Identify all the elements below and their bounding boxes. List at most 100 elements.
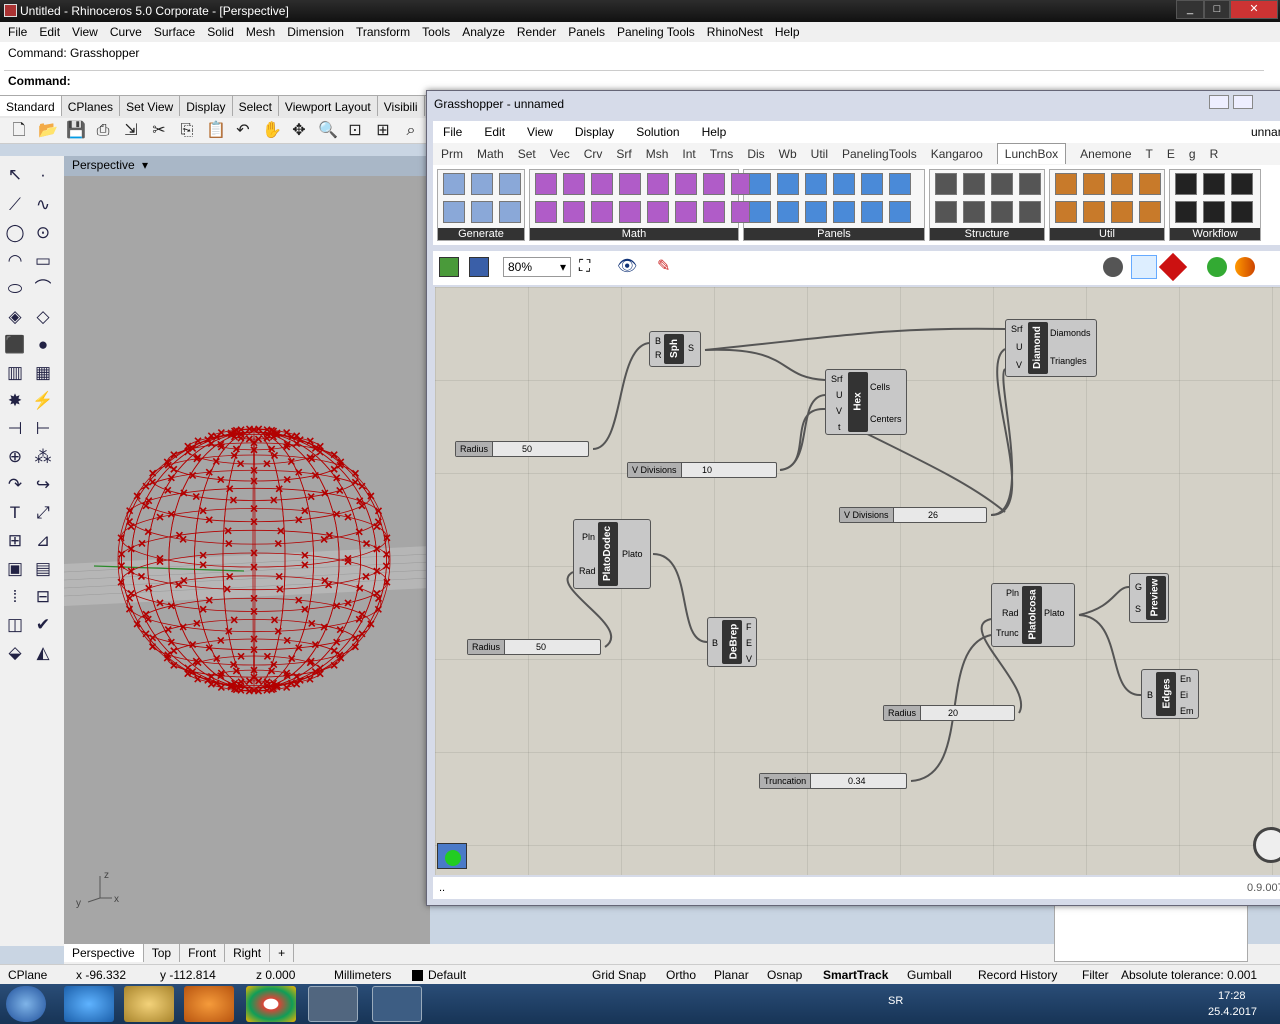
- lunchbox-component-icon[interactable]: [675, 201, 697, 223]
- menu-help[interactable]: Help: [775, 25, 800, 39]
- gh-menu-view[interactable]: View: [527, 125, 553, 139]
- lunchbox-component-icon[interactable]: [1139, 173, 1161, 195]
- lunchbox-component-icon[interactable]: [833, 201, 855, 223]
- lunchbox-component-icon[interactable]: [471, 201, 493, 223]
- zoom-window-icon[interactable]: ⊡: [346, 122, 364, 140]
- gh-menu-help[interactable]: Help: [702, 125, 727, 139]
- radius-slider-2[interactable]: Radius 50: [467, 639, 601, 655]
- rectangle-icon[interactable]: ▭: [32, 250, 54, 272]
- edges-output-en[interactable]: En: [1180, 674, 1191, 684]
- material-preview-icon[interactable]: [1235, 257, 1255, 277]
- lunchbox-component-icon[interactable]: [1203, 173, 1225, 195]
- lunchbox-component-icon[interactable]: [563, 201, 585, 223]
- platododec-input-rad[interactable]: Rad: [579, 566, 596, 576]
- wireframe-preview-icon[interactable]: [1131, 255, 1157, 279]
- render-icon[interactable]: ⬙: [4, 642, 26, 664]
- lunchbox-component-icon[interactable]: [703, 201, 725, 223]
- preview-component[interactable]: G S Preview: [1129, 573, 1169, 623]
- gh-tab-dis[interactable]: Dis: [747, 147, 764, 161]
- gh-menu-file[interactable]: File: [443, 125, 462, 139]
- open-file-icon[interactable]: [439, 257, 459, 277]
- hex-input-t[interactable]: t: [838, 422, 841, 432]
- platododec-output-plato[interactable]: Plato: [622, 549, 643, 559]
- chevron-down-icon[interactable]: ▾: [142, 158, 148, 172]
- minimize-button[interactable]: _: [1176, 0, 1204, 19]
- smarttrack-toggle[interactable]: SmartTrack: [823, 968, 888, 982]
- box-icon[interactable]: ⬛: [4, 334, 26, 356]
- menu-rhinonest[interactable]: RhinoNest: [707, 25, 763, 39]
- clock-time[interactable]: 17:28: [1218, 990, 1246, 1002]
- copy-obj-icon[interactable]: ↪: [32, 474, 54, 496]
- sph-input-r[interactable]: R: [655, 350, 662, 360]
- debrep-output-e[interactable]: E: [746, 638, 752, 648]
- array-icon[interactable]: ⊞: [4, 530, 26, 552]
- file-explorer-icon[interactable]: [124, 986, 174, 1022]
- lunchbox-component-icon[interactable]: [991, 201, 1013, 223]
- lunchbox-component-icon[interactable]: [889, 201, 911, 223]
- image-viewer-icon[interactable]: [372, 986, 422, 1022]
- tab-set-view[interactable]: Set View: [120, 96, 181, 116]
- preview-eye-icon[interactable]: 👁: [617, 257, 641, 277]
- lunchbox-component-icon[interactable]: [675, 173, 697, 195]
- curve-icon[interactable]: ∿: [32, 194, 54, 216]
- command-prompt[interactable]: Command:: [8, 74, 71, 88]
- scale-icon[interactable]: ⤢: [32, 502, 54, 524]
- gh-tab-kangaroo[interactable]: Kangaroo: [931, 147, 983, 161]
- preview-selected-icon[interactable]: [1207, 257, 1227, 277]
- gh-tab-panelingtools[interactable]: PanelingTools: [842, 147, 917, 161]
- grid-array-icon[interactable]: ⁞: [4, 586, 26, 608]
- lunchbox-component-icon[interactable]: [647, 173, 669, 195]
- truncation-slider[interactable]: Truncation 0.34: [759, 773, 907, 789]
- lunchbox-component-icon[interactable]: [805, 173, 827, 195]
- rotate-view-icon[interactable]: ✥: [290, 122, 308, 140]
- record-history-toggle[interactable]: Record History: [978, 968, 1057, 982]
- lunchbox-component-icon[interactable]: [805, 201, 827, 223]
- viewport-header[interactable]: Perspective ▾: [64, 156, 430, 176]
- radius-slider-3[interactable]: Radius 20: [883, 705, 1015, 721]
- lunchbox-component-icon[interactable]: [1019, 173, 1041, 195]
- paste-icon[interactable]: 📋: [206, 122, 226, 140]
- menu-file[interactable]: File: [8, 25, 27, 39]
- menu-edit[interactable]: Edit: [39, 25, 60, 39]
- lunchbox-component-icon[interactable]: [889, 173, 911, 195]
- tab-perspective[interactable]: Perspective: [64, 944, 144, 962]
- lunchbox-component-icon[interactable]: [861, 201, 883, 223]
- group-icon[interactable]: ⁂: [32, 446, 54, 468]
- panel-util-label[interactable]: Util: [1050, 228, 1164, 240]
- diamond-input-u[interactable]: U: [1016, 342, 1023, 352]
- media-player-icon[interactable]: [184, 986, 234, 1022]
- select-icon[interactable]: ↖: [4, 164, 26, 186]
- platoicosa-output-plato[interactable]: Plato: [1044, 608, 1065, 618]
- boolean-icon[interactable]: ⊕: [4, 446, 26, 468]
- lunchbox-component-icon[interactable]: [591, 201, 613, 223]
- cplane-label[interactable]: CPlane: [8, 968, 47, 982]
- panel-structure-label[interactable]: Structure: [930, 228, 1044, 240]
- debrep-component[interactable]: B DeBrep F E V: [707, 617, 757, 667]
- layer-label[interactable]: Default: [428, 968, 466, 982]
- language-indicator[interactable]: SR: [888, 995, 903, 1007]
- panel-panels-label[interactable]: Panels: [744, 228, 924, 240]
- gh-tab-g[interactable]: g: [1189, 147, 1196, 161]
- hex-component[interactable]: Srf U V t Hex Cells Centers: [825, 369, 907, 435]
- zoom-selected-icon[interactable]: ⌕: [402, 122, 420, 140]
- ellipse-icon[interactable]: ⬭: [4, 278, 26, 300]
- hex-input-u[interactable]: U: [836, 390, 843, 400]
- gh-tab-anemone[interactable]: Anemone: [1080, 147, 1131, 161]
- mesh-icon[interactable]: ▦: [32, 362, 54, 384]
- lunchbox-component-icon[interactable]: [1203, 201, 1225, 223]
- menu-panels[interactable]: Panels: [568, 25, 605, 39]
- pan-hand-icon[interactable]: ✋: [262, 122, 282, 140]
- shaded-preview-icon[interactable]: [1158, 252, 1188, 282]
- edges-output-ei[interactable]: Ei: [1180, 690, 1188, 700]
- sph-output-s[interactable]: S: [688, 343, 694, 353]
- lunchbox-component-icon[interactable]: [1083, 173, 1105, 195]
- lunchbox-component-icon[interactable]: [777, 201, 799, 223]
- lunchbox-component-icon[interactable]: [443, 173, 465, 195]
- perspective-viewport[interactable]: z x y: [63, 176, 431, 944]
- gh-tab-trns[interactable]: Trns: [710, 147, 734, 161]
- gh-tab-srf[interactable]: Srf: [616, 147, 631, 161]
- fillet-icon[interactable]: ⌒: [32, 278, 54, 300]
- debrep-output-v[interactable]: V: [746, 654, 752, 664]
- lunchbox-component-icon[interactable]: [1055, 173, 1077, 195]
- platoicosa-component[interactable]: Pln Rad Trunc PlatoIcosa Plato: [991, 583, 1075, 647]
